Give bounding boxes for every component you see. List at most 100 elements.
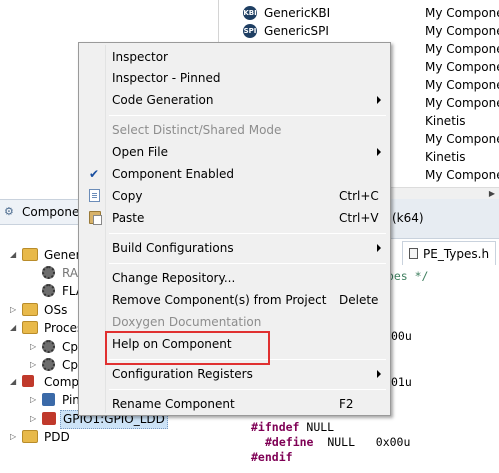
code-keyword: #endif (251, 450, 293, 464)
component-row[interactable]: SPI GenericSPI My Compone (219, 22, 499, 40)
tab-pe-types-h[interactable]: PE_Types.h (402, 241, 497, 265)
submenu-arrow-icon (377, 96, 381, 104)
component-name: GenericKBI (264, 6, 331, 20)
tab-label: PE_Types.h (423, 247, 490, 261)
menu-item-code-generation[interactable]: Code Generation (82, 89, 387, 111)
menu-item-inspector[interactable]: Inspector (82, 46, 387, 68)
menu-item-shortcut: Ctrl+C (339, 189, 379, 203)
submenu-arrow-icon (377, 148, 381, 156)
project-tab-label[interactable]: (k64) (392, 211, 424, 225)
menu-item-copy[interactable]: Copy Ctrl+C (82, 185, 387, 207)
tree-item-label: PDD (44, 430, 70, 444)
component-category: My Compone (425, 78, 499, 92)
menu-item-label: Open File (112, 145, 168, 159)
menu-item-paste[interactable]: Paste Ctrl+V (82, 207, 387, 229)
header-file-icon (409, 248, 418, 259)
menu-separator (109, 233, 386, 234)
cog-icon (42, 284, 55, 297)
component-category: Kinetis (425, 114, 466, 128)
menu-item-label: Inspector - Pinned (112, 71, 221, 85)
component-category: Kinetis (425, 150, 466, 164)
menu-item-select-distinct-shared-mode: Select Distinct/Shared Mode (82, 119, 387, 141)
tree-item-label: Cp (62, 340, 78, 354)
menu-item-label: Inspector (112, 50, 168, 64)
code-line[interactable]: 00u (391, 329, 412, 343)
tree-item-label: RA (62, 266, 79, 280)
menu-item-label: Paste (112, 211, 145, 225)
menu-item-label: Build Configurations (112, 241, 234, 255)
tree-item-label: OSs (44, 303, 68, 317)
code-text: NULL (299, 420, 335, 434)
code-keyword: #define (265, 435, 314, 449)
menu-item-label: Remove Component(s) from Project (112, 293, 327, 307)
menu-separator (109, 389, 386, 390)
submenu-arrow-icon (377, 370, 381, 378)
component-category: My Compone (425, 168, 499, 182)
menu-item-inspector-pinned[interactable]: Inspector - Pinned (82, 67, 387, 89)
component-category: My Compone (425, 96, 499, 110)
tree-item-label: Comp (44, 375, 80, 389)
menu-item-shortcut: Ctrl+V (339, 211, 379, 225)
expand-icon[interactable]: ◢ (10, 318, 16, 338)
folder-icon (22, 303, 38, 316)
error-folder-icon (22, 375, 34, 387)
folder-icon (22, 430, 38, 443)
menu-item-label: Code Generation (112, 93, 214, 107)
tree-item[interactable]: ▷ PDD (0, 427, 200, 447)
code-line[interactable]: 01u (391, 375, 412, 389)
code-keyword: #ifndef (251, 420, 300, 434)
menu-item-label: Configuration Registers (112, 367, 253, 381)
folder-icon (22, 248, 38, 261)
cpu-icon (42, 340, 55, 353)
menu-item-label: Copy (112, 189, 143, 203)
cog-icon (42, 266, 55, 279)
menu-item-build-configurations[interactable]: Build Configurations (82, 237, 387, 259)
menu-item-label: Change Repository... (112, 271, 236, 285)
chip-icon (42, 412, 56, 425)
expand-icon[interactable]: ◢ (10, 372, 16, 392)
code-line[interactable]: #define NULL 0x00u (265, 435, 410, 449)
code-text: NULL 0x00u (313, 435, 411, 449)
menu-item-change-repository[interactable]: Change Repository... (82, 267, 387, 289)
spi-icon: SPI (243, 24, 257, 38)
highlight-annotation (105, 331, 270, 365)
component-category: My Compone (425, 60, 499, 74)
collapse-icon[interactable]: ▷ (10, 300, 16, 320)
code-line[interactable]: #ifndef NULL (251, 420, 334, 434)
copy-icon (89, 189, 100, 202)
menu-item-remove-component[interactable]: Remove Component(s) from Project Delete (82, 289, 387, 311)
menu-item-doxygen-documentation: Doxygen Documentation (82, 311, 387, 333)
menu-item-shortcut: F2 (339, 397, 354, 411)
pin-icon (42, 393, 55, 406)
component-row[interactable]: KBI GenericKBI My Compone (219, 4, 499, 22)
checkmark-icon: ✔ (89, 167, 100, 181)
menu-item-label: Component Enabled (112, 167, 234, 181)
collapse-icon[interactable]: ▷ (10, 427, 16, 447)
menu-separator (109, 263, 386, 264)
collapse-icon[interactable]: ▷ (30, 390, 36, 410)
menu-item-open-file[interactable]: Open File (82, 141, 387, 163)
component-name: GenericSPI (264, 24, 329, 38)
menu-item-configuration-registers[interactable]: Configuration Registers (82, 363, 387, 385)
folder-icon (22, 321, 38, 334)
menu-item-label: Rename Component (112, 397, 235, 411)
menu-separator (109, 115, 386, 116)
component-category: My Compone (425, 42, 499, 56)
kbi-icon: KBI (243, 6, 257, 20)
menu-item-rename-component[interactable]: Rename Component F2 (82, 393, 387, 415)
menu-item-component-enabled[interactable]: ✔ Component Enabled (82, 163, 387, 185)
components-view-icon: ⚙ (4, 205, 14, 218)
expand-icon[interactable]: ◢ (10, 245, 16, 265)
collapse-icon[interactable]: ▷ (30, 409, 36, 429)
menu-item-label: Doxygen Documentation (112, 315, 262, 329)
scroll-right-icon[interactable]: ▶ (489, 189, 495, 198)
code-line[interactable]: #endif (251, 450, 293, 464)
collapse-icon[interactable]: ▷ (30, 337, 36, 357)
component-category: My Compone (425, 24, 499, 38)
menu-item-label: Select Distinct/Shared Mode (112, 123, 282, 137)
cpu-icon (42, 358, 55, 371)
paste-icon (89, 211, 102, 225)
component-category: My Compone (425, 6, 499, 20)
menu-item-shortcut: Delete (339, 293, 379, 307)
component-category: My Compone (425, 132, 499, 146)
